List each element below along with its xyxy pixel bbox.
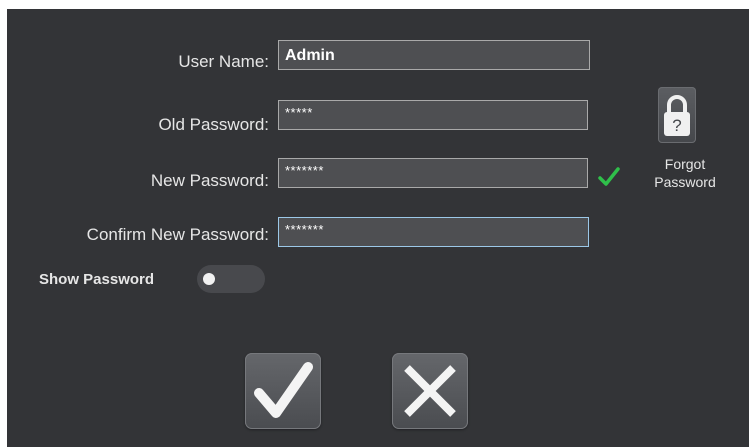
show-password-toggle[interactable] bbox=[197, 265, 265, 293]
username-label: User Name: bbox=[178, 52, 269, 71]
change-password-dialog: User Name: Old Password: New Password: C… bbox=[7, 9, 749, 447]
valid-check-icon bbox=[598, 167, 620, 186]
show-password-label: Show Password bbox=[39, 271, 155, 288]
forgot-password-label: Forgot Password bbox=[654, 156, 716, 190]
old-password-input[interactable] bbox=[278, 100, 588, 130]
old-password-label: Old Password: bbox=[158, 115, 269, 134]
close-icon bbox=[404, 365, 456, 417]
new-password-input[interactable] bbox=[278, 158, 588, 188]
forgot-password-button[interactable]: ? bbox=[658, 87, 696, 143]
padlock-question-icon: ? bbox=[664, 95, 690, 136]
confirm-button[interactable] bbox=[245, 353, 321, 429]
toggle-knob bbox=[203, 273, 215, 285]
username-input[interactable] bbox=[278, 40, 590, 70]
new-password-label: New Password: bbox=[150, 171, 269, 190]
checkmark-icon bbox=[254, 362, 313, 418]
confirm-password-input[interactable] bbox=[278, 217, 589, 247]
cancel-button[interactable] bbox=[392, 353, 468, 429]
confirm-password-label: Confirm New Password: bbox=[86, 225, 269, 244]
svg-text:?: ? bbox=[672, 116, 681, 135]
